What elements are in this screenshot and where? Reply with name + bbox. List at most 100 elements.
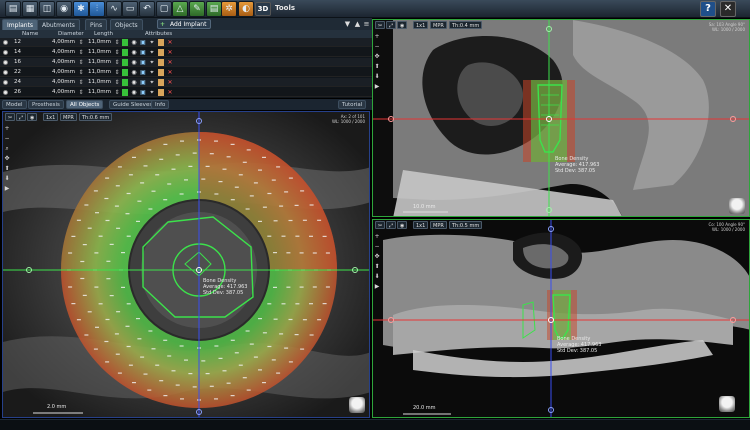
- sleeve-icon[interactable]: ▭: [122, 1, 138, 17]
- arrow-down-icon[interactable]: ⬇: [374, 74, 380, 80]
- fullscreen-icon[interactable]: ⤢: [16, 113, 27, 121]
- sleeve-icon[interactable]: [158, 39, 164, 46]
- implant-icon[interactable]: ⫶: [89, 1, 105, 17]
- mpr-button[interactable]: MPR: [430, 221, 447, 229]
- table-row[interactable]: 24 4,00mm ⇕ 11,0mm ⇕ ◉ ▣ ⌖ ✕: [0, 78, 372, 87]
- select-radio[interactable]: [3, 60, 8, 65]
- bone-density-icon[interactable]: ✲: [221, 1, 237, 17]
- tab-model[interactable]: Model: [2, 100, 27, 109]
- table-row[interactable]: 14 4,00mm ⇕ 11,0mm ⇕ ◉ ▣ ⌖ ✕: [0, 48, 372, 57]
- table-row[interactable]: 16 4,00mm ⇕ 11,0mm ⇕ ◉ ▣ ⌖ ✕: [0, 58, 372, 67]
- tutorial-button[interactable]: Tutorial: [338, 100, 367, 109]
- fullscreen-icon[interactable]: ⤢: [386, 221, 397, 229]
- open-icon[interactable]: ▤: [5, 1, 21, 17]
- arrow-up-icon[interactable]: ▲: [353, 19, 362, 29]
- arrow-down-icon[interactable]: ▼: [343, 19, 352, 29]
- color-swatch[interactable]: [122, 79, 128, 86]
- tab-guide-sleeves[interactable]: Guide Sleeves: [109, 100, 157, 109]
- delete-icon[interactable]: ✕: [167, 89, 173, 96]
- eye-icon[interactable]: ◉: [131, 39, 137, 46]
- nerve-icon[interactable]: ∿: [106, 1, 122, 17]
- eye-icon[interactable]: ◉: [131, 59, 137, 66]
- 3d-view-button[interactable]: 3D: [255, 2, 271, 16]
- tab-objects[interactable]: Objects: [110, 19, 143, 30]
- measure-icon[interactable]: ⌖: [149, 59, 155, 66]
- save-icon[interactable]: ▦: [22, 1, 38, 17]
- lock-icon[interactable]: ▣: [140, 69, 146, 76]
- orientation-head-icon[interactable]: [719, 396, 735, 412]
- menu-icon[interactable]: ≡: [362, 19, 371, 29]
- axial-viewport[interactable]: ✂ ⤢ ◉ 1x1 MPR Th:0.6 mm + − ⌕ ✥ ⬆ ⬇ ▶ Ax…: [2, 111, 370, 418]
- link-icon[interactable]: ✂: [375, 221, 386, 229]
- delete-icon[interactable]: ✕: [167, 69, 173, 76]
- measure-icon[interactable]: ⌖: [149, 69, 155, 76]
- tab-info[interactable]: Info: [151, 100, 170, 109]
- color-swatch[interactable]: [122, 89, 128, 96]
- undo-icon[interactable]: ↶: [139, 1, 155, 17]
- delete-icon[interactable]: ✕: [167, 39, 173, 46]
- color-swatch[interactable]: [122, 69, 128, 76]
- zoom-in-icon[interactable]: +: [4, 126, 10, 132]
- thickness-button[interactable]: Th:0.5 mm: [449, 221, 483, 229]
- stepper-icon[interactable]: ⇕: [114, 69, 120, 76]
- measure-icon[interactable]: △: [172, 1, 188, 17]
- arrow-up-icon[interactable]: ⬆: [4, 166, 10, 172]
- orientation-head-icon[interactable]: [729, 198, 745, 214]
- tab-prosthesis[interactable]: Prosthesis: [28, 100, 64, 109]
- eye-icon[interactable]: ◉: [131, 69, 137, 76]
- play-icon[interactable]: ▶: [374, 84, 380, 90]
- select-radio[interactable]: [3, 70, 8, 75]
- stepper-icon[interactable]: ⇕: [114, 39, 120, 46]
- delete-icon[interactable]: ✕: [167, 59, 173, 66]
- tools-icon[interactable]: ✱: [73, 1, 89, 17]
- tab-pins[interactable]: Pins: [85, 19, 108, 30]
- lock-icon[interactable]: ▣: [140, 79, 146, 86]
- zoom-out-icon[interactable]: −: [374, 244, 380, 250]
- select-radio[interactable]: [3, 40, 8, 45]
- layout-1x1-button[interactable]: 1x1: [413, 21, 429, 29]
- eye-icon[interactable]: ◉: [131, 79, 137, 86]
- add-implant-button[interactable]: + Add Implant: [157, 19, 212, 29]
- camera-icon[interactable]: ◉: [397, 21, 408, 29]
- sleeve-icon[interactable]: [158, 89, 164, 96]
- link-icon[interactable]: ✂: [5, 113, 16, 121]
- eye-icon[interactable]: ◉: [131, 89, 137, 96]
- arrow-down-icon[interactable]: ⬇: [4, 176, 10, 182]
- pan-icon[interactable]: ✥: [374, 254, 380, 260]
- layers-icon[interactable]: ◫: [39, 1, 55, 17]
- lock-icon[interactable]: ▣: [140, 49, 146, 56]
- stepper-icon[interactable]: ⇕: [78, 39, 84, 46]
- zoom-out-icon[interactable]: −: [374, 44, 380, 50]
- pan-icon[interactable]: ✥: [4, 156, 10, 162]
- stepper-icon[interactable]: ⇕: [114, 89, 120, 96]
- report-icon[interactable]: ▤: [206, 1, 222, 17]
- tab-all-objects[interactable]: All Objects: [66, 100, 104, 109]
- lock-icon[interactable]: ▣: [140, 39, 146, 46]
- pan-icon[interactable]: ✥: [374, 54, 380, 60]
- delete-icon[interactable]: ✕: [167, 79, 173, 86]
- arrow-down-icon[interactable]: ⬇: [374, 274, 380, 280]
- color-swatch[interactable]: [122, 39, 128, 46]
- layout-1x1-button[interactable]: 1x1: [43, 113, 59, 121]
- link-icon[interactable]: ✂: [375, 21, 386, 29]
- lock-icon[interactable]: ▣: [140, 89, 146, 96]
- eye-icon[interactable]: ◉: [131, 49, 137, 56]
- measure-icon[interactable]: ⌖: [149, 39, 155, 46]
- zoom-out-icon[interactable]: −: [4, 136, 10, 142]
- arrow-up-icon[interactable]: ⬆: [374, 64, 380, 70]
- table-row[interactable]: 26 4,00mm ⇕ 11,0mm ⇕ ◉ ▣ ⌖ ✕: [0, 88, 372, 97]
- arrow-up-icon[interactable]: ⬆: [374, 264, 380, 270]
- color-swatch[interactable]: [122, 49, 128, 56]
- layout-1x1-button[interactable]: 1x1: [413, 221, 429, 229]
- table-row[interactable]: 22 4,00mm ⇕ 11,0mm ⇕ ◉ ▣ ⌖ ✕: [0, 68, 372, 77]
- camera-icon[interactable]: ◉: [56, 1, 72, 17]
- contrast-icon[interactable]: ◐: [238, 1, 254, 17]
- play-icon[interactable]: ▶: [4, 186, 10, 192]
- stepper-icon[interactable]: ⇕: [78, 69, 84, 76]
- delete-icon[interactable]: ✕: [167, 49, 173, 56]
- stepper-icon[interactable]: ⇕: [114, 59, 120, 66]
- zoom-in-icon[interactable]: +: [374, 34, 380, 40]
- sagittal-viewport[interactable]: ✂ ⤢ ◉ 1x1 MPR Th:0.4 mm + − ✥ ⬆ ⬇ ▶ Sa: …: [372, 19, 750, 217]
- play-icon[interactable]: ▶: [374, 284, 380, 290]
- sleeve-icon[interactable]: [158, 79, 164, 86]
